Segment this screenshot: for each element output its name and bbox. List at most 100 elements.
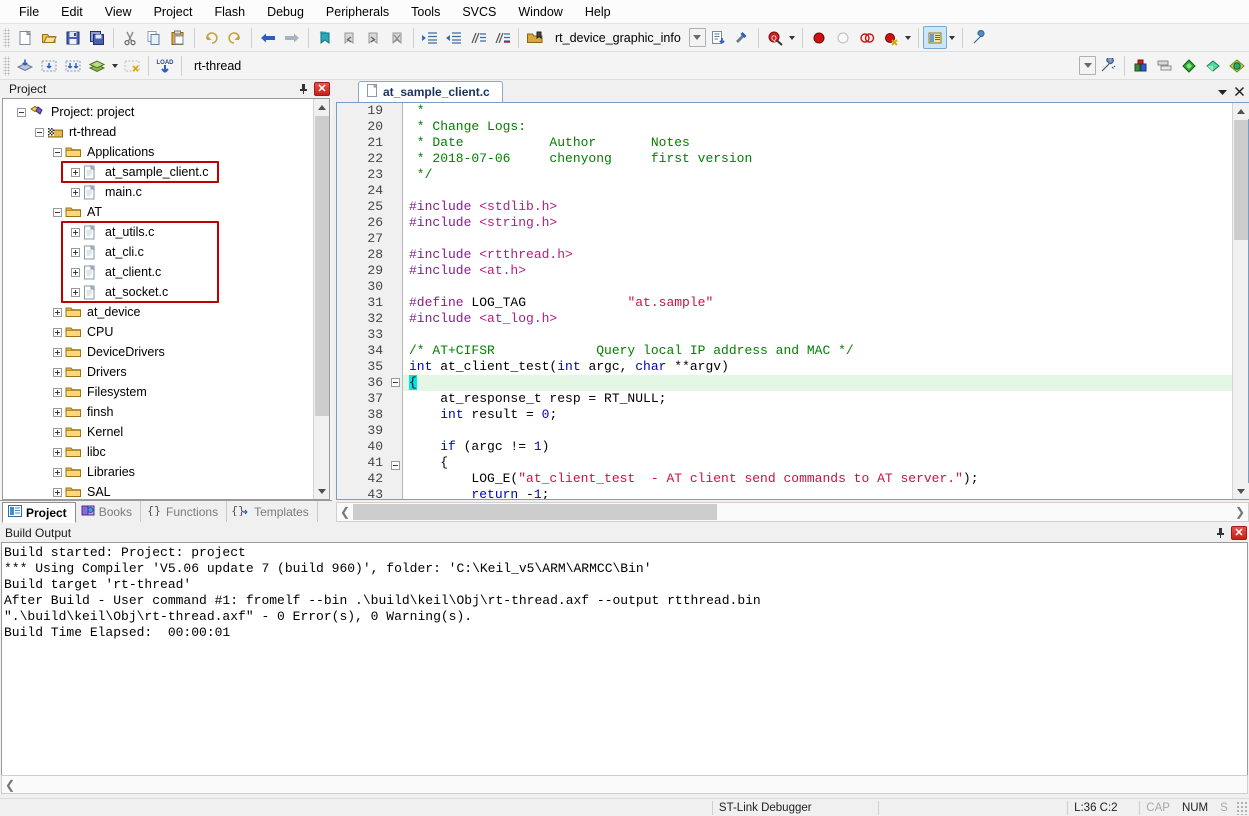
tree-item-at-client-c[interactable]: at_client.c	[3, 262, 313, 282]
comment-icon[interactable]	[466, 26, 490, 49]
expand-icon[interactable]	[71, 247, 80, 257]
paste-icon[interactable]	[166, 26, 190, 49]
code-text-area[interactable]: * * Change Logs: * Date Author Notes * 2…	[403, 103, 1248, 499]
expand-icon[interactable]	[71, 227, 80, 237]
window-layout-icon[interactable]	[922, 26, 947, 49]
multi-project-icon[interactable]	[1153, 54, 1177, 77]
scroll-thumb[interactable]	[1234, 120, 1248, 240]
expand-icon[interactable]	[71, 287, 80, 297]
target-combo-arrow[interactable]	[1079, 56, 1096, 75]
batch-build-icon[interactable]	[85, 54, 109, 77]
insert-file-icon[interactable]	[706, 26, 730, 49]
editor-vertical-scrollbar[interactable]	[1232, 103, 1249, 499]
tree-item-cpu[interactable]: CPU	[3, 322, 313, 342]
scroll-down-button[interactable]	[1233, 483, 1249, 499]
expand-icon[interactable]	[53, 307, 62, 317]
collapse-icon[interactable]	[53, 147, 62, 157]
menu-item-flash[interactable]: Flash	[203, 1, 256, 23]
expand-icon[interactable]	[53, 447, 62, 457]
close-icon[interactable]: ✕	[314, 82, 330, 96]
tab-functions[interactable]: {} Functions	[141, 501, 228, 522]
navigate-back-icon[interactable]	[256, 26, 280, 49]
manage-project-icon[interactable]	[1225, 54, 1249, 77]
tree-item-libraries[interactable]: Libraries	[3, 462, 313, 482]
toolbar-grip[interactable]	[3, 55, 10, 76]
batch-build-dropdown-arrow[interactable]	[109, 54, 120, 77]
editor-tab-at-sample-client[interactable]: at_sample_client.c	[358, 81, 503, 102]
pin-icon[interactable]	[295, 81, 312, 97]
redo-icon[interactable]	[223, 26, 247, 49]
menu-item-file[interactable]: File	[8, 1, 50, 23]
download-icon[interactable]: LOAD	[153, 54, 177, 77]
expand-icon[interactable]	[53, 387, 62, 397]
close-icon[interactable]	[1234, 86, 1245, 100]
tree-item-filesystem[interactable]: Filesystem	[3, 382, 313, 402]
tree-item-at[interactable]: AT	[3, 202, 313, 222]
bookmark-prev-icon[interactable]	[337, 26, 361, 49]
bookmark-toggle-icon[interactable]	[313, 26, 337, 49]
menu-item-debug[interactable]: Debug	[256, 1, 315, 23]
build-output-text[interactable]: Build started: Project: project *** Using…	[1, 542, 1248, 776]
stop-build-icon[interactable]	[120, 54, 144, 77]
bookmark-next-icon[interactable]	[361, 26, 385, 49]
tree-item-at-utils-c[interactable]: at_utils.c	[3, 222, 313, 242]
scroll-thumb[interactable]	[315, 116, 329, 416]
menu-item-view[interactable]: View	[94, 1, 143, 23]
save-icon[interactable]	[61, 26, 85, 49]
project-tree-scrollbar[interactable]	[313, 99, 329, 499]
tree-item-drivers[interactable]: Drivers	[3, 362, 313, 382]
insert-breakpoint-icon[interactable]	[807, 26, 831, 49]
tree-item-at-socket-c[interactable]: at_socket.c	[3, 282, 313, 302]
code-editor[interactable]: 19 20 21 22 23 24 25 26 27 28 29 30 31 32 33 34 35 36 37 38…	[336, 102, 1249, 500]
collapse-icon[interactable]	[17, 107, 26, 117]
resize-grip[interactable]	[1235, 800, 1249, 815]
components-icon[interactable]	[1177, 54, 1201, 77]
scroll-right-button[interactable]: ❯	[1232, 503, 1248, 521]
close-icon[interactable]: ✕	[1231, 526, 1247, 540]
undo-icon[interactable]	[199, 26, 223, 49]
expand-icon[interactable]	[53, 367, 62, 377]
pack-installer-icon[interactable]	[1201, 54, 1225, 77]
menu-item-edit[interactable]: Edit	[50, 1, 94, 23]
scroll-track[interactable]	[353, 503, 1232, 521]
manage-runtime-icon[interactable]	[1129, 54, 1153, 77]
menu-item-svcs[interactable]: SVCS	[451, 1, 507, 23]
disable-breakpoint-icon[interactable]	[831, 26, 855, 49]
indent-left-icon[interactable]	[442, 26, 466, 49]
menu-item-peripherals[interactable]: Peripherals	[315, 1, 400, 23]
expand-icon[interactable]	[71, 187, 80, 197]
expand-icon[interactable]	[71, 167, 80, 177]
scroll-up-button[interactable]	[314, 99, 329, 115]
tree-item-finsh[interactable]: finsh	[3, 402, 313, 422]
tree-item-at-cli-c[interactable]: at_cli.c	[3, 242, 313, 262]
scroll-down-button[interactable]	[314, 483, 329, 499]
tree-item-kernel[interactable]: Kernel	[3, 422, 313, 442]
open-file-icon[interactable]	[37, 26, 61, 49]
bookmark-list-icon[interactable]	[523, 26, 547, 49]
scroll-left-button[interactable]: ❮	[2, 776, 18, 794]
expand-icon[interactable]	[53, 467, 62, 477]
bookmark-combo-value[interactable]: rt_device_graphic_info	[547, 27, 689, 48]
remove-all-breakpoints-icon[interactable]	[855, 26, 879, 49]
disable-all-breakpoints-icon[interactable]	[879, 26, 903, 49]
copy-icon[interactable]	[142, 26, 166, 49]
tree-item-sal[interactable]: SAL	[3, 482, 313, 499]
chevron-down-icon[interactable]	[1217, 86, 1228, 100]
indent-right-icon[interactable]	[418, 26, 442, 49]
breakpoint-dropdown-arrow[interactable]	[903, 26, 914, 49]
tab-project[interactable]: Project	[2, 502, 76, 523]
tree-item-rt-thread[interactable]: rt-thread	[3, 122, 313, 142]
menu-item-window[interactable]: Window	[507, 1, 573, 23]
expand-icon[interactable]	[53, 327, 62, 337]
scroll-track[interactable]	[18, 776, 1247, 794]
pin-icon[interactable]	[1212, 525, 1229, 541]
tree-item-libc[interactable]: libc	[3, 442, 313, 462]
tab-books[interactable]: Books	[76, 501, 142, 522]
code-folding-column[interactable]	[389, 103, 403, 499]
tree-item-at-device[interactable]: at_device	[3, 302, 313, 322]
tree-item-main-c[interactable]: main.c	[3, 182, 313, 202]
toolbar-grip[interactable]	[3, 27, 10, 48]
collapse-icon[interactable]	[53, 207, 62, 217]
expand-icon[interactable]	[53, 407, 62, 417]
bookmark-clear-icon[interactable]	[385, 26, 409, 49]
